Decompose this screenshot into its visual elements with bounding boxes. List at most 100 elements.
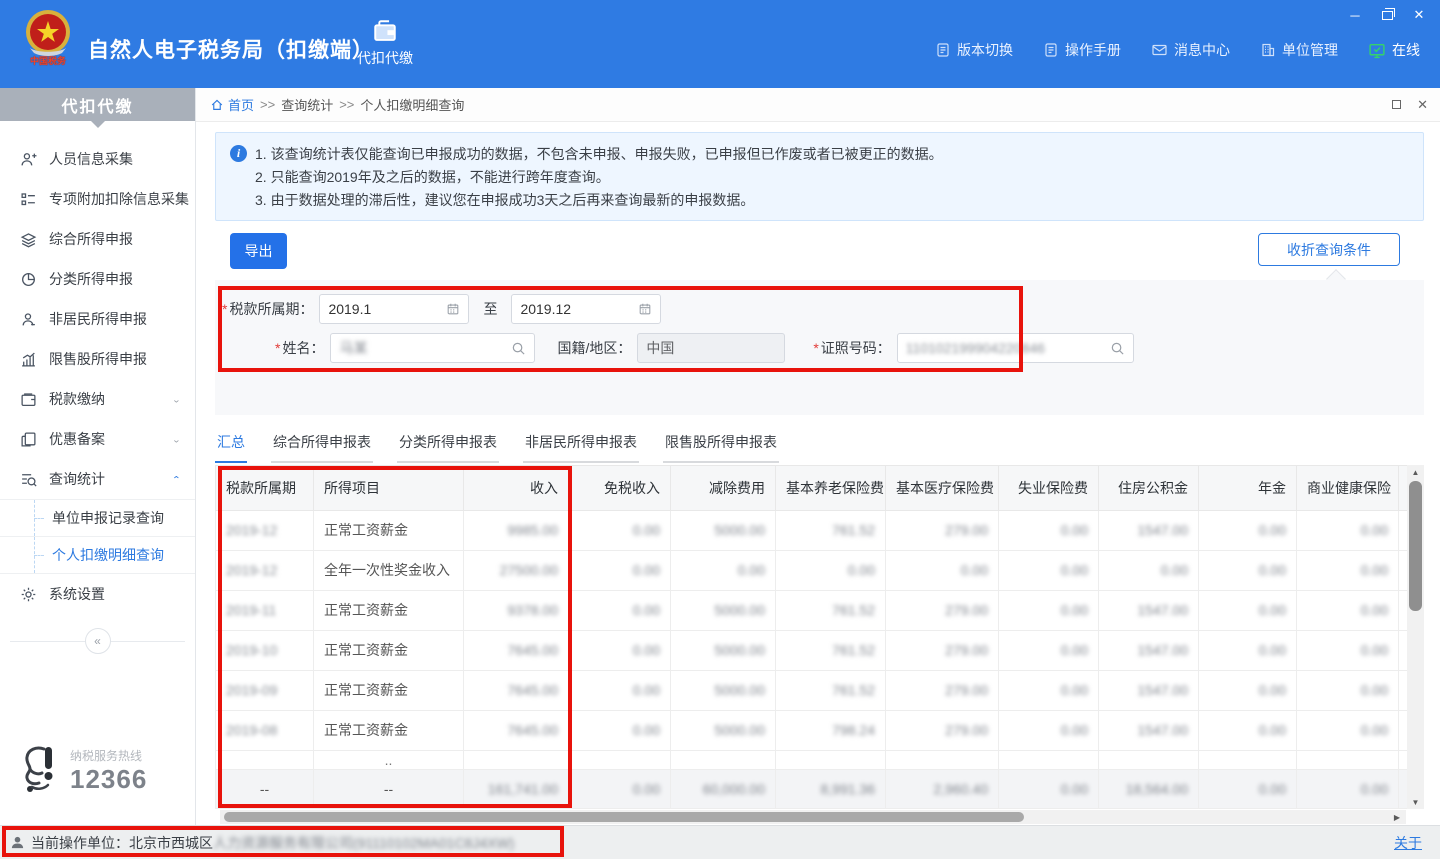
period-to-input[interactable]: 2019.12 (511, 294, 661, 324)
sidebar-item-优惠备案[interactable]: 优惠备案⌄ (0, 419, 195, 459)
notice-line: 3. 由于数据处理的滞后性，建议您在申报成功3天之后再来查询最新的申报数据。 (255, 189, 943, 212)
sidebar-item-人员信息采集[interactable]: 人员信息采集 (0, 139, 195, 179)
sidebar-item-label: 限售股所得申报 (49, 349, 181, 369)
nationality-value: 中国 (646, 338, 776, 358)
sidebar-subitem-个人扣缴明细查询[interactable]: 个人扣缴明细查询 (0, 537, 195, 574)
restore-button[interactable] (1378, 7, 1396, 23)
sidebar-header: 代扣代缴 (0, 88, 195, 121)
scroll-down-icon[interactable]: ▼ (1407, 795, 1424, 809)
user-icon (10, 835, 25, 850)
close-button[interactable]: ✕ (1410, 7, 1428, 23)
header-menu-操作手册[interactable]: 操作手册 (1043, 40, 1121, 60)
hotline-logo: 纳税服务热线 12366 (18, 745, 147, 797)
nav-tab-daikou-daijiao[interactable]: 代扣代缴 (352, 18, 418, 68)
panel-caret (1326, 269, 1346, 289)
cell-amount: 0.00 (738, 562, 765, 578)
summary-amount: 8,991.36 (821, 781, 876, 797)
table-row[interactable]: 2019-09正常工资薪金7645.000.005000.00761.52279… (216, 670, 1408, 710)
gear-icon (20, 586, 37, 603)
tab-汇总[interactable]: 汇总 (215, 424, 247, 463)
collapse-query-button[interactable]: 收折查询条件 (1258, 233, 1400, 266)
cell-amount: 0.00 (1361, 682, 1388, 698)
tab-非居民所得申报表[interactable]: 非居民所得申报表 (523, 424, 639, 463)
panel-close-button[interactable]: ✕ (1417, 97, 1428, 113)
calendar-icon[interactable] (446, 302, 460, 316)
sidebar-item-综合所得申报[interactable]: 综合所得申报 (0, 219, 195, 259)
minimize-button[interactable]: ─ (1346, 7, 1364, 23)
table-row[interactable]: 2019-12全年一次性奖金收入27500.000.000.000.000.00… (216, 550, 1408, 590)
sidebar-item-label: 系统设置 (49, 584, 181, 604)
online-label: 在线 (1392, 40, 1420, 60)
scroll-right-icon[interactable]: ▶ (1390, 810, 1404, 824)
sidebar-item-查询统计[interactable]: 查询统计⌃ (0, 459, 195, 499)
cell-amount: 0.00 (633, 602, 660, 618)
cell-amount: 279.00 (945, 722, 988, 738)
required-asterisk: * (222, 301, 227, 317)
header-menu-label: 单位管理 (1282, 40, 1338, 60)
header-menu-label: 操作手册 (1065, 40, 1121, 60)
cell-amount: 5000.00 (714, 682, 765, 698)
sidebar-subitem-单位申报记录查询[interactable]: 单位申报记录查询 (0, 500, 195, 537)
table-row[interactable]: 2019-12正常工资薪金9985.000.005000.00761.52279… (216, 510, 1408, 550)
summary-amount: 18,564.00 (1126, 781, 1188, 797)
pie-icon (20, 271, 37, 288)
cell-period: 2019-11 (226, 602, 276, 618)
id-number-input[interactable]: 110102199904220846 (897, 333, 1134, 363)
panel-maximize-button[interactable] (1392, 97, 1401, 113)
calendar-icon[interactable] (638, 302, 652, 316)
vertical-scroll-thumb[interactable] (1409, 481, 1422, 611)
cell-amount: 761.52 (832, 642, 875, 658)
person-add-icon (20, 151, 37, 168)
breadcrumb-item-query-stats[interactable]: 查询统计 (281, 95, 333, 114)
table-row[interactable]: 2019-10正常工资薪金7645.000.005000.00761.52279… (216, 630, 1408, 670)
vertical-scrollbar[interactable]: ▲ ▼ (1407, 465, 1424, 809)
sidebar-collapse-button[interactable]: « (85, 628, 111, 654)
tab-限售股所得申报表[interactable]: 限售股所得申报表 (663, 424, 779, 463)
name-input[interactable]: 马某 (330, 333, 535, 363)
tab-综合所得申报表[interactable]: 综合所得申报表 (271, 424, 373, 463)
chevron-up-icon: ⌃ (172, 474, 181, 484)
breadcrumb-separator: >> (339, 97, 354, 112)
period-from-input[interactable]: 2019.1 (319, 294, 469, 324)
cell-amount: 1547.00 (1137, 642, 1188, 658)
cell-amount: 7645.00 (507, 642, 558, 658)
app-window: 中国税务 自然人电子税务局（扣缴端） 代扣代缴 版本切换 操作手册 消息中心 单位管理… (0, 0, 1440, 859)
sidebar-item-label: 非居民所得申报 (49, 309, 181, 329)
cell-amount: 0.00 (633, 522, 660, 538)
cell-amount: 1547.00 (1137, 722, 1188, 738)
breadcrumb-home[interactable]: 首页 (210, 95, 254, 114)
header-menu-label: 版本切换 (957, 40, 1013, 60)
summary-amount: 60,000.00 (703, 781, 765, 797)
cell-amount: 0.00 (1259, 562, 1286, 578)
column-header-基本养老保险费: 基本养老保险费 (776, 466, 886, 510)
horizontal-scrollbar[interactable]: ▶ (220, 810, 1406, 824)
header-menu-单位管理[interactable]: 单位管理 (1260, 40, 1338, 60)
horizontal-scroll-thumb[interactable] (224, 812, 1024, 822)
about-link[interactable]: 关于 (1394, 833, 1422, 853)
sidebar-item-分类所得申报[interactable]: 分类所得申报 (0, 259, 195, 299)
table-row[interactable]: 2019-08正常工资薪金7645.000.005000.00798.24279… (216, 710, 1408, 750)
panel-window-controls: ✕ (1392, 97, 1428, 113)
sidebar-item-非居民所得申报[interactable]: 非居民所得申报 (0, 299, 195, 339)
table-row[interactable]: 2019-11正常工资薪金9378.000.005000.00761.52279… (216, 590, 1408, 630)
search-icon[interactable] (511, 341, 526, 356)
table-summary-row: ----161,741.000.0060,000.008,991.362,960… (216, 769, 1408, 808)
export-button[interactable]: 导出 (230, 233, 287, 269)
name-label: *姓名： (275, 338, 324, 358)
cell-amount: 279.00 (945, 642, 988, 658)
scroll-up-icon[interactable]: ▲ (1407, 465, 1424, 479)
header-menu-版本切换[interactable]: 版本切换 (935, 40, 1013, 60)
result-table-wrap: 税款所属期所得项目收入免税收入减除费用基本养老保险费基本医疗保险费失业保险费住房… (215, 465, 1407, 809)
sidebar-item-税款缴纳[interactable]: 税款缴纳⌄ (0, 379, 195, 419)
sidebar-item-label: 分类所得申报 (49, 269, 181, 289)
sidebar-item-限售股所得申报[interactable]: 限售股所得申报 (0, 339, 195, 379)
sidebar-item-系统设置[interactable]: 系统设置 (0, 574, 195, 614)
search-icon[interactable] (1110, 341, 1125, 356)
nationality-label: 国籍/地区： (557, 338, 631, 358)
nationality-input: 中国 (637, 333, 785, 363)
sidebar-item-专项附加扣除信息采集[interactable]: 专项附加扣除信息采集 (0, 179, 195, 219)
tab-分类所得申报表[interactable]: 分类所得申报表 (397, 424, 499, 463)
chevron-down-icon: ⌄ (172, 434, 181, 444)
header-menu-消息中心[interactable]: 消息中心 (1151, 40, 1230, 60)
brand: 中国税务 自然人电子税务局（扣缴端） (22, 8, 374, 74)
